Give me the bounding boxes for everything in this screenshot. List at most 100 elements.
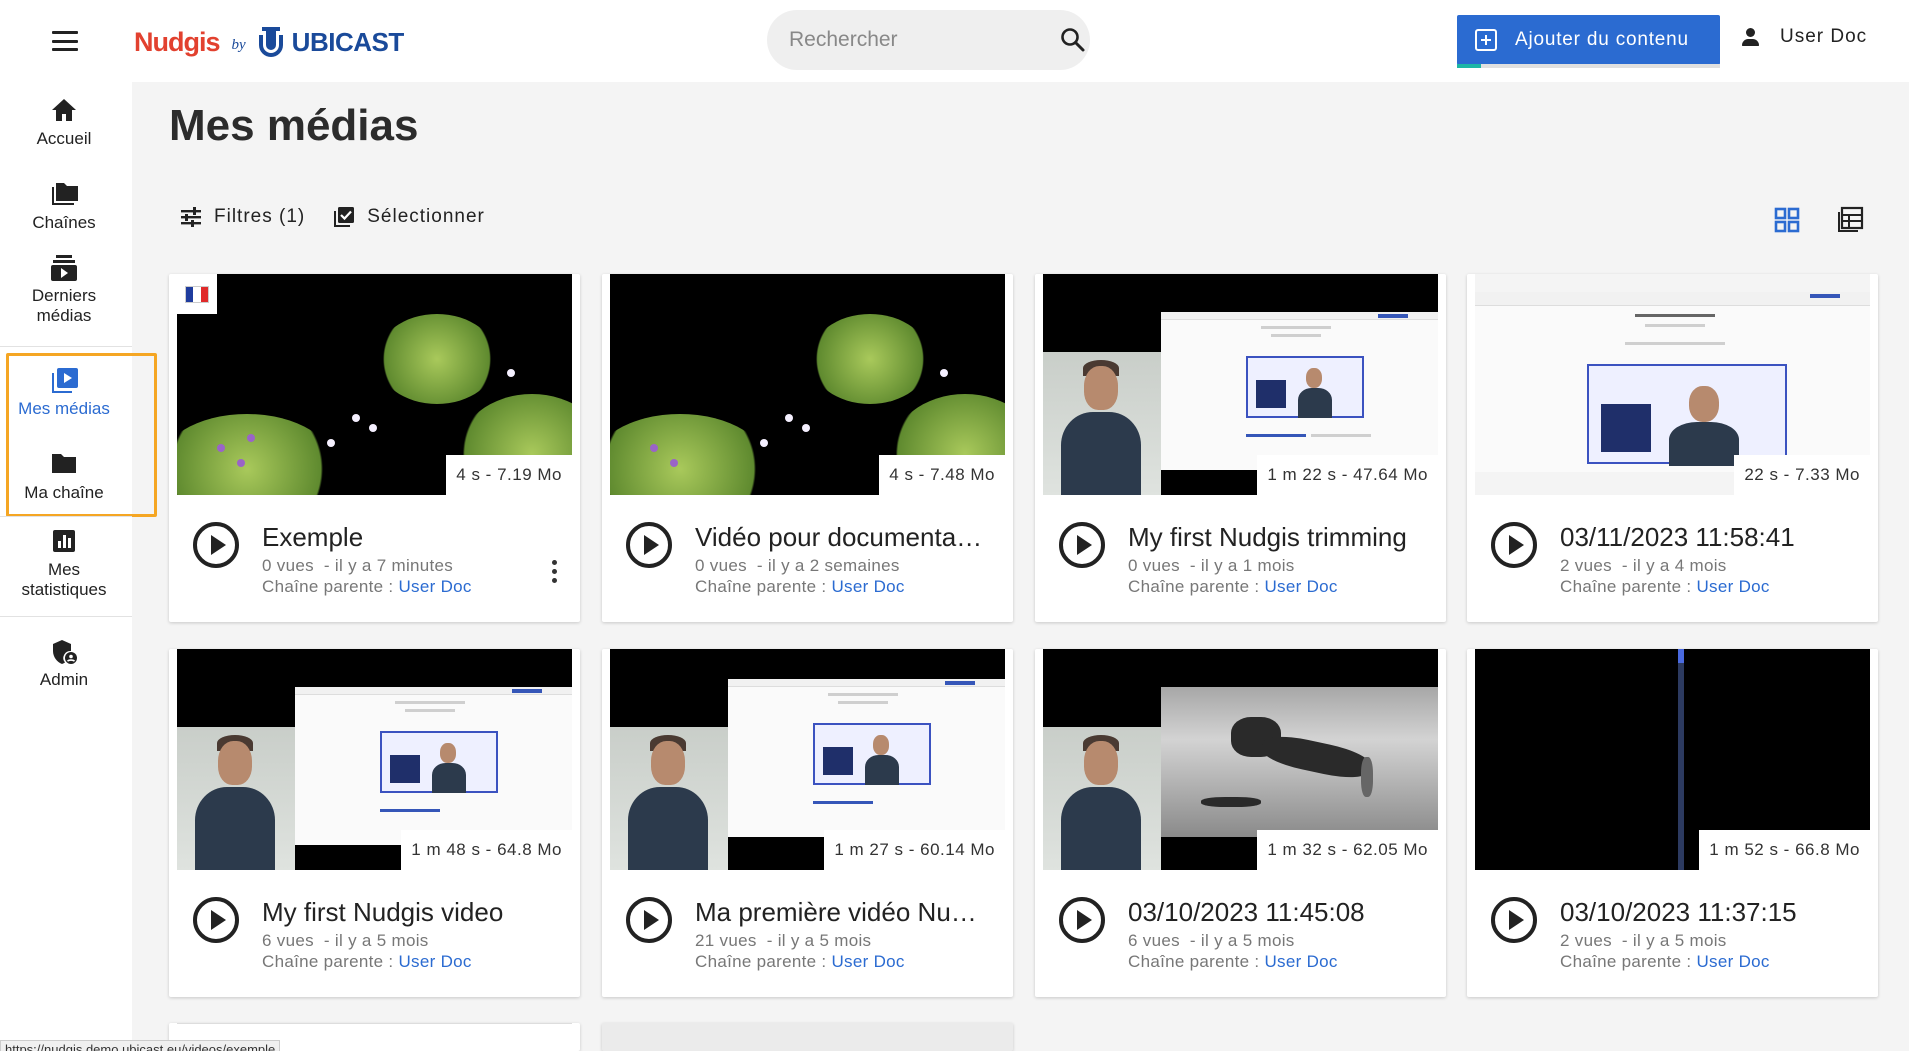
media-title[interactable]: Vidéo pour documentation	[695, 522, 985, 553]
select-button[interactable]: Sélectionner	[333, 206, 485, 228]
logo-brand: Nudgis	[134, 26, 220, 57]
sidebar-item-mes-medias[interactable]: Mes médias	[0, 367, 128, 419]
media-duration: 1 m 32 s - 62.05 Mo	[1257, 830, 1438, 870]
sidebar-item-mes-statistiques[interactable]: Mes statistiques	[0, 528, 128, 600]
play-circle-icon[interactable]	[193, 522, 239, 568]
media-duration: 1 m 22 s - 47.64 Mo	[1257, 455, 1438, 495]
play-circle-icon[interactable]	[626, 522, 672, 568]
media-meta: 0 vues - il y a 1 mois	[1128, 556, 1295, 575]
media-age: il y a 5 mois	[1200, 931, 1295, 950]
play-circle-icon[interactable]	[626, 897, 672, 943]
select-label: Sélectionner	[367, 206, 485, 227]
media-channel: Chaîne parente : User Doc	[262, 952, 472, 972]
list-view-icon[interactable]	[1836, 206, 1864, 234]
stats-icon	[50, 528, 78, 554]
tune-icon	[180, 206, 202, 228]
media-meta: 6 vues - il y a 5 mois	[1128, 931, 1295, 950]
media-channel: Chaîne parente : User Doc	[1560, 577, 1770, 597]
media-meta: 2 vues - il y a 5 mois	[1560, 931, 1727, 950]
user-menu[interactable]: User Doc	[1740, 26, 1867, 48]
channel-prefix: Chaîne parente :	[1560, 577, 1692, 596]
media-views: 0 vues	[695, 556, 747, 575]
channel-link[interactable]: User Doc	[1696, 577, 1769, 596]
play-circle-icon[interactable]	[193, 897, 239, 943]
filters-button[interactable]: Filtres (1)	[180, 206, 305, 228]
channel-link[interactable]: User Doc	[398, 952, 471, 971]
search-input[interactable]	[789, 28, 1060, 52]
channel-link[interactable]: User Doc	[1264, 952, 1337, 971]
media-channel: Chaîne parente : User Doc	[262, 577, 472, 597]
media-channel: Chaîne parente : User Doc	[1128, 577, 1338, 597]
play-circle-icon[interactable]	[1059, 897, 1105, 943]
media-card[interactable]: 1 m 22 s - 47.64 Mo My first Nudgis trim…	[1035, 274, 1446, 622]
media-views: 0 vues	[262, 556, 314, 575]
channel-link[interactable]: User Doc	[831, 952, 904, 971]
sidebar-item-label-2: médias	[36, 306, 92, 325]
media-meta: 6 vues - il y a 5 mois	[262, 931, 429, 950]
sidebar-item-label-1: Mes	[47, 560, 81, 579]
media-title[interactable]: 03/10/2023 11:45:08	[1128, 897, 1418, 928]
channel-link[interactable]: User Doc	[831, 577, 904, 596]
media-views: 6 vues	[262, 931, 314, 950]
more-vert-icon[interactable]	[550, 560, 558, 584]
sidebar-item-derniers-medias[interactable]: Derniers médias	[0, 254, 128, 326]
media-card[interactable]: 1 m 48 s - 64.8 Mo My first Nudgis video…	[169, 649, 580, 997]
play-circle-icon[interactable]	[1059, 522, 1105, 568]
sidebar-divider	[0, 616, 132, 617]
channel-link[interactable]: User Doc	[1264, 577, 1337, 596]
media-title[interactable]: My first Nudgis trimming	[1128, 522, 1418, 553]
sidebar-divider	[0, 346, 132, 347]
sidebar-item-admin[interactable]: Admin	[0, 638, 128, 690]
media-card-partial[interactable]	[602, 1023, 1013, 1051]
media-duration: 4 s - 7.48 Mo	[879, 455, 1005, 495]
media-title[interactable]: 03/11/2023 11:58:41	[1560, 522, 1850, 553]
media-card[interactable]: 4 s - 7.19 Mo Exemple 0 vues - il y a 7 …	[169, 274, 580, 622]
channel-link[interactable]: User Doc	[1696, 952, 1769, 971]
media-title[interactable]: Ma première vidéo Nudgis	[695, 897, 985, 928]
nudgis-logo[interactable]: Nudgis by UBICAST	[134, 24, 404, 60]
grid-view-icon[interactable]	[1773, 206, 1801, 234]
play-circle-icon[interactable]	[1491, 522, 1537, 568]
logo-by: by	[231, 36, 246, 53]
media-title[interactable]: 03/10/2023 11:37:15	[1560, 897, 1850, 928]
media-meta: 0 vues - il y a 2 semaines	[695, 556, 900, 575]
sidebar: Accueil Chaînes Derniers médias Mes médi…	[0, 82, 157, 1051]
media-card[interactable]: 22 s - 7.33 Mo 03/11/2023 11:58:41 2 vue…	[1467, 274, 1878, 622]
search-icon[interactable]	[1060, 27, 1086, 53]
media-age: il y a 1 mois	[1200, 556, 1295, 575]
page-title: Mes médias	[169, 101, 419, 150]
media-duration: 4 s - 7.19 Mo	[446, 455, 572, 495]
media-title[interactable]: Exemple	[262, 522, 552, 553]
media-card[interactable]: 4 s - 7.48 Mo Vidéo pour documentation 0…	[602, 274, 1013, 622]
user-name: User Doc	[1780, 26, 1868, 47]
media-channel: Chaîne parente : User Doc	[1560, 952, 1770, 972]
media-card[interactable]: 1 m 27 s - 60.14 Mo Ma première vidéo Nu…	[602, 649, 1013, 997]
media-channel: Chaîne parente : User Doc	[1128, 952, 1338, 972]
media-views: 21 vues	[695, 931, 757, 950]
sidebar-item-chaines[interactable]: Chaînes	[0, 181, 128, 233]
play-circle-icon[interactable]	[1491, 897, 1537, 943]
add-content-button[interactable]: Ajouter du contenu	[1457, 15, 1720, 68]
media-toolbar: Filtres (1) Sélectionner	[180, 206, 513, 228]
media-duration: 22 s - 7.33 Mo	[1734, 455, 1870, 495]
sidebar-item-accueil[interactable]: Accueil	[0, 97, 128, 149]
add-box-icon	[1475, 29, 1497, 51]
sidebar-item-label-2: statistiques	[21, 580, 107, 599]
top-bar: Nudgis by UBICAST Ajouter du contenu Use…	[0, 0, 1909, 82]
media-card[interactable]: 1 m 52 s - 66.8 Mo 03/10/2023 11:37:15 2…	[1467, 649, 1878, 997]
media-age: il y a 5 mois	[777, 931, 872, 950]
media-channel: Chaîne parente : User Doc	[695, 577, 905, 597]
channel-prefix: Chaîne parente :	[1128, 577, 1260, 596]
sidebar-item-label: Chaînes	[32, 213, 96, 232]
channel-link[interactable]: User Doc	[398, 577, 471, 596]
checkbox-multiple-icon	[333, 206, 355, 228]
add-content-label: Ajouter du contenu	[1515, 29, 1689, 50]
home-icon	[50, 97, 78, 123]
menu-hamburger-icon[interactable]	[48, 26, 82, 56]
media-card[interactable]: 1 m 32 s - 62.05 Mo 03/10/2023 11:45:08 …	[1035, 649, 1446, 997]
media-title[interactable]: My first Nudgis video	[262, 897, 552, 928]
media-meta: 0 vues - il y a 7 minutes	[262, 556, 454, 575]
sidebar-item-ma-chaine[interactable]: Ma chaîne	[0, 451, 128, 503]
folders-icon	[50, 181, 78, 207]
media-age: il y a 5 mois	[334, 931, 429, 950]
